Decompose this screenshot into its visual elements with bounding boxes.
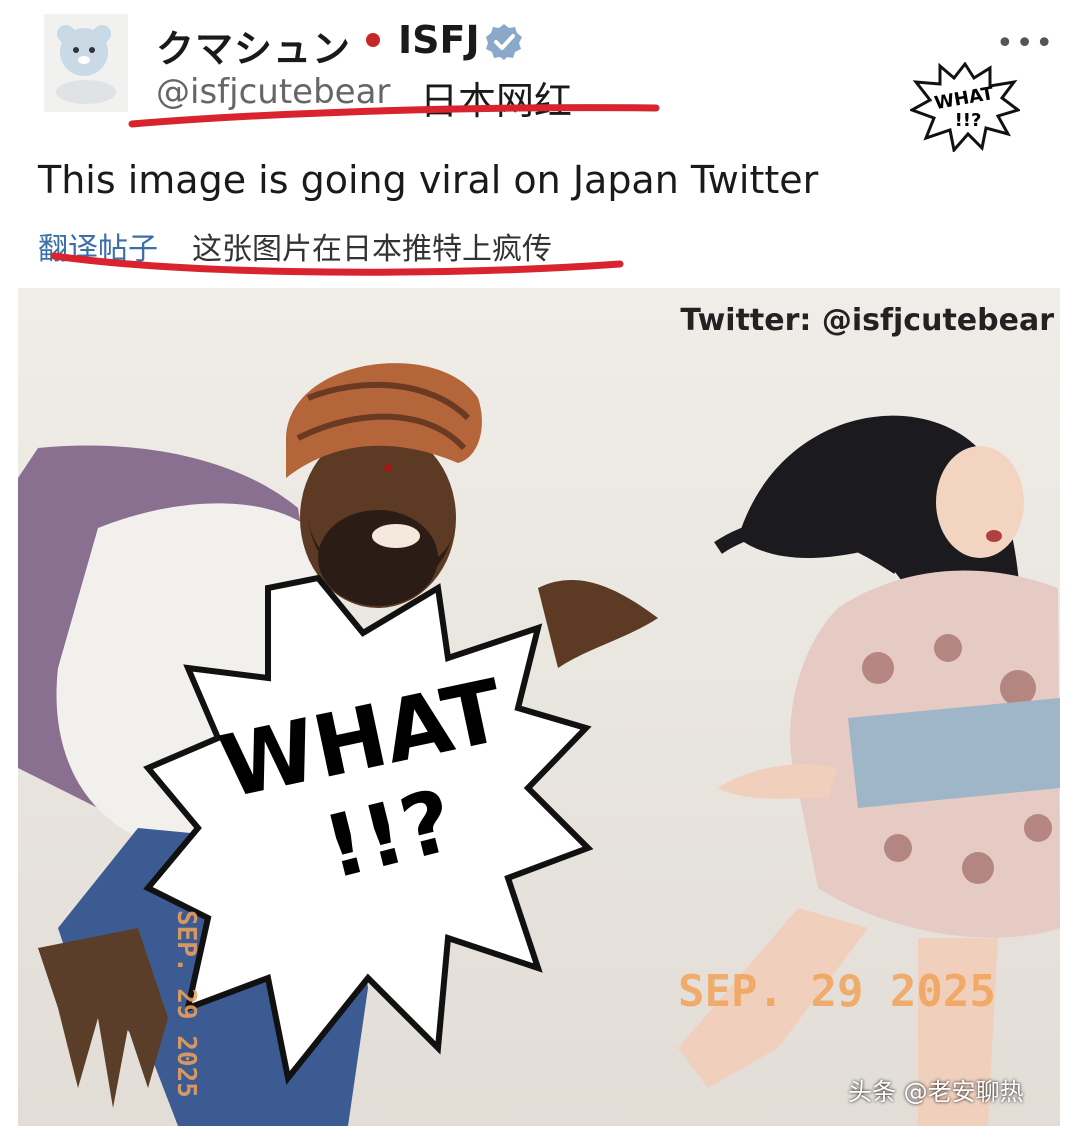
verified-badge-icon — [486, 24, 522, 60]
small-what-burst: WHAT !!? — [910, 62, 1020, 152]
display-name[interactable]: クマシュン — [156, 18, 351, 73]
date-stamp: SEP. 29 2025 — [678, 966, 996, 1017]
date-stamp-vertical: SEP. 29 2025 — [171, 910, 201, 1098]
more-options-icon[interactable]: ••• — [996, 26, 1055, 61]
avatar[interactable] — [44, 14, 128, 112]
red-underline-annotation-2 — [50, 252, 624, 276]
status-dot — [366, 33, 380, 47]
image-credit: Twitter: @isfjcutebear — [680, 303, 1054, 338]
mbti-label: ISFJ — [398, 18, 480, 62]
red-underline-annotation — [128, 104, 660, 128]
small-burst-line2: !!? — [955, 110, 982, 131]
watermark: 头条 @老安聊热 — [848, 1078, 1024, 1106]
tweet-text: This image is going viral on Japan Twitt… — [38, 158, 819, 202]
post-image[interactable]: WHAT !!? Twitter: @isfjcutebear SEP. 29 … — [18, 288, 1060, 1126]
